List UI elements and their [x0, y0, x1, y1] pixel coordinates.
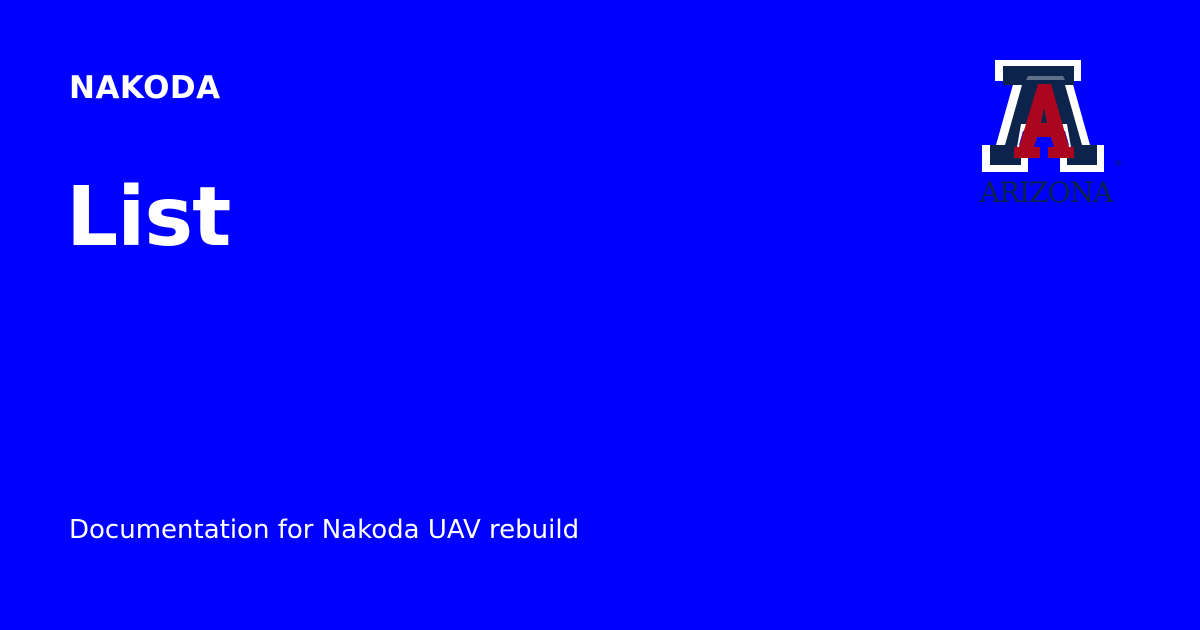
social-card: NAKODA List Documentation for Nakoda UAV… [0, 0, 1200, 630]
registered-mark: ® [1114, 159, 1122, 168]
arizona-logo: ® ARIZONA [968, 56, 1124, 210]
page-description: Documentation for Nakoda UAV rebuild [69, 515, 580, 545]
arizona-wordmark: ARIZONA [979, 176, 1114, 209]
page-title: List [66, 170, 231, 265]
site-name: NAKODA [69, 70, 221, 106]
block-a-icon [982, 60, 1104, 172]
